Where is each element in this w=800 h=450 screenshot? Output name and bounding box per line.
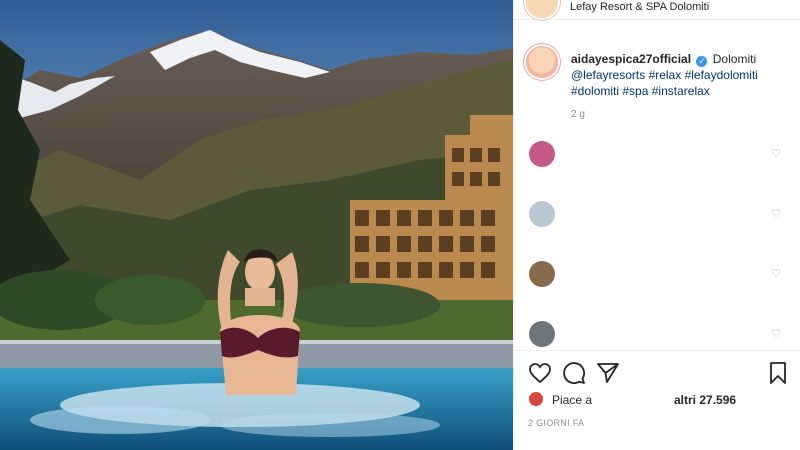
comment-item: ♡ — [514, 255, 800, 295]
post-photo[interactable] — [0, 0, 513, 450]
likes-summary: Piace a altri 27.596 — [528, 391, 798, 409]
photo-scene — [0, 0, 513, 450]
verified-badge-icon: ✓ — [696, 56, 708, 67]
caption-text: aidayespica27official ✓ Dolomiti @lefayr… — [571, 51, 799, 99]
tag-mention[interactable]: @lefayresorts — [571, 68, 645, 82]
comment-avatar[interactable] — [529, 141, 555, 167]
location-link[interactable]: Lefay Resort & SPA Dolomiti — [570, 1, 709, 13]
like-comment-heart-icon[interactable]: ♡ — [771, 267, 781, 280]
comment-avatar[interactable] — [529, 321, 555, 347]
post-header: Lefay Resort & SPA Dolomiti — [514, 0, 800, 20]
share-icon[interactable] — [596, 361, 620, 385]
tag-hashtag[interactable]: #instarelax — [652, 84, 710, 98]
like-comment-heart-icon[interactable]: ♡ — [771, 327, 781, 340]
bookmark-icon[interactable] — [766, 361, 790, 385]
caption-avatar[interactable] — [526, 46, 558, 78]
tag-hashtag[interactable]: #lefaydolomiti — [685, 68, 758, 82]
like-comment-heart-icon[interactable]: ♡ — [771, 207, 781, 220]
tag-hashtag[interactable]: #spa — [622, 84, 648, 98]
likes-prefix: Piace a — [552, 393, 593, 407]
comment-avatar[interactable] — [529, 261, 555, 287]
comment-item: ♡ — [514, 315, 800, 350]
comment-avatar[interactable] — [529, 201, 555, 227]
action-bar: Piace a altri 27.596 2 GIORNI FA — [514, 350, 800, 450]
heart-icon[interactable] — [528, 361, 552, 385]
author-avatar[interactable] — [526, 0, 558, 18]
comments-list[interactable]: ♡ ♡ ♡ ♡ — [514, 135, 800, 350]
liker-avatar[interactable] — [528, 391, 544, 407]
tag-hashtag[interactable]: #dolomiti — [571, 84, 619, 98]
like-comment-heart-icon[interactable]: ♡ — [771, 147, 781, 160]
likes-count-link[interactable]: altri 27.596 — [674, 393, 736, 407]
tag-hashtag[interactable]: #relax — [649, 68, 682, 82]
post-date: 2 GIORNI FA — [528, 418, 585, 428]
person-figure — [217, 249, 300, 395]
caption-username[interactable]: aidayespica27official — [571, 52, 691, 66]
post-sidebar: Lefay Resort & SPA Dolomiti aidayespica2… — [513, 0, 800, 450]
comment-item: ♡ — [514, 195, 800, 235]
caption-location-word: Dolomiti — [712, 52, 757, 66]
comment-icon[interactable] — [562, 361, 586, 385]
comment-item: ♡ — [514, 135, 800, 175]
caption-time: 2 g — [571, 109, 585, 120]
